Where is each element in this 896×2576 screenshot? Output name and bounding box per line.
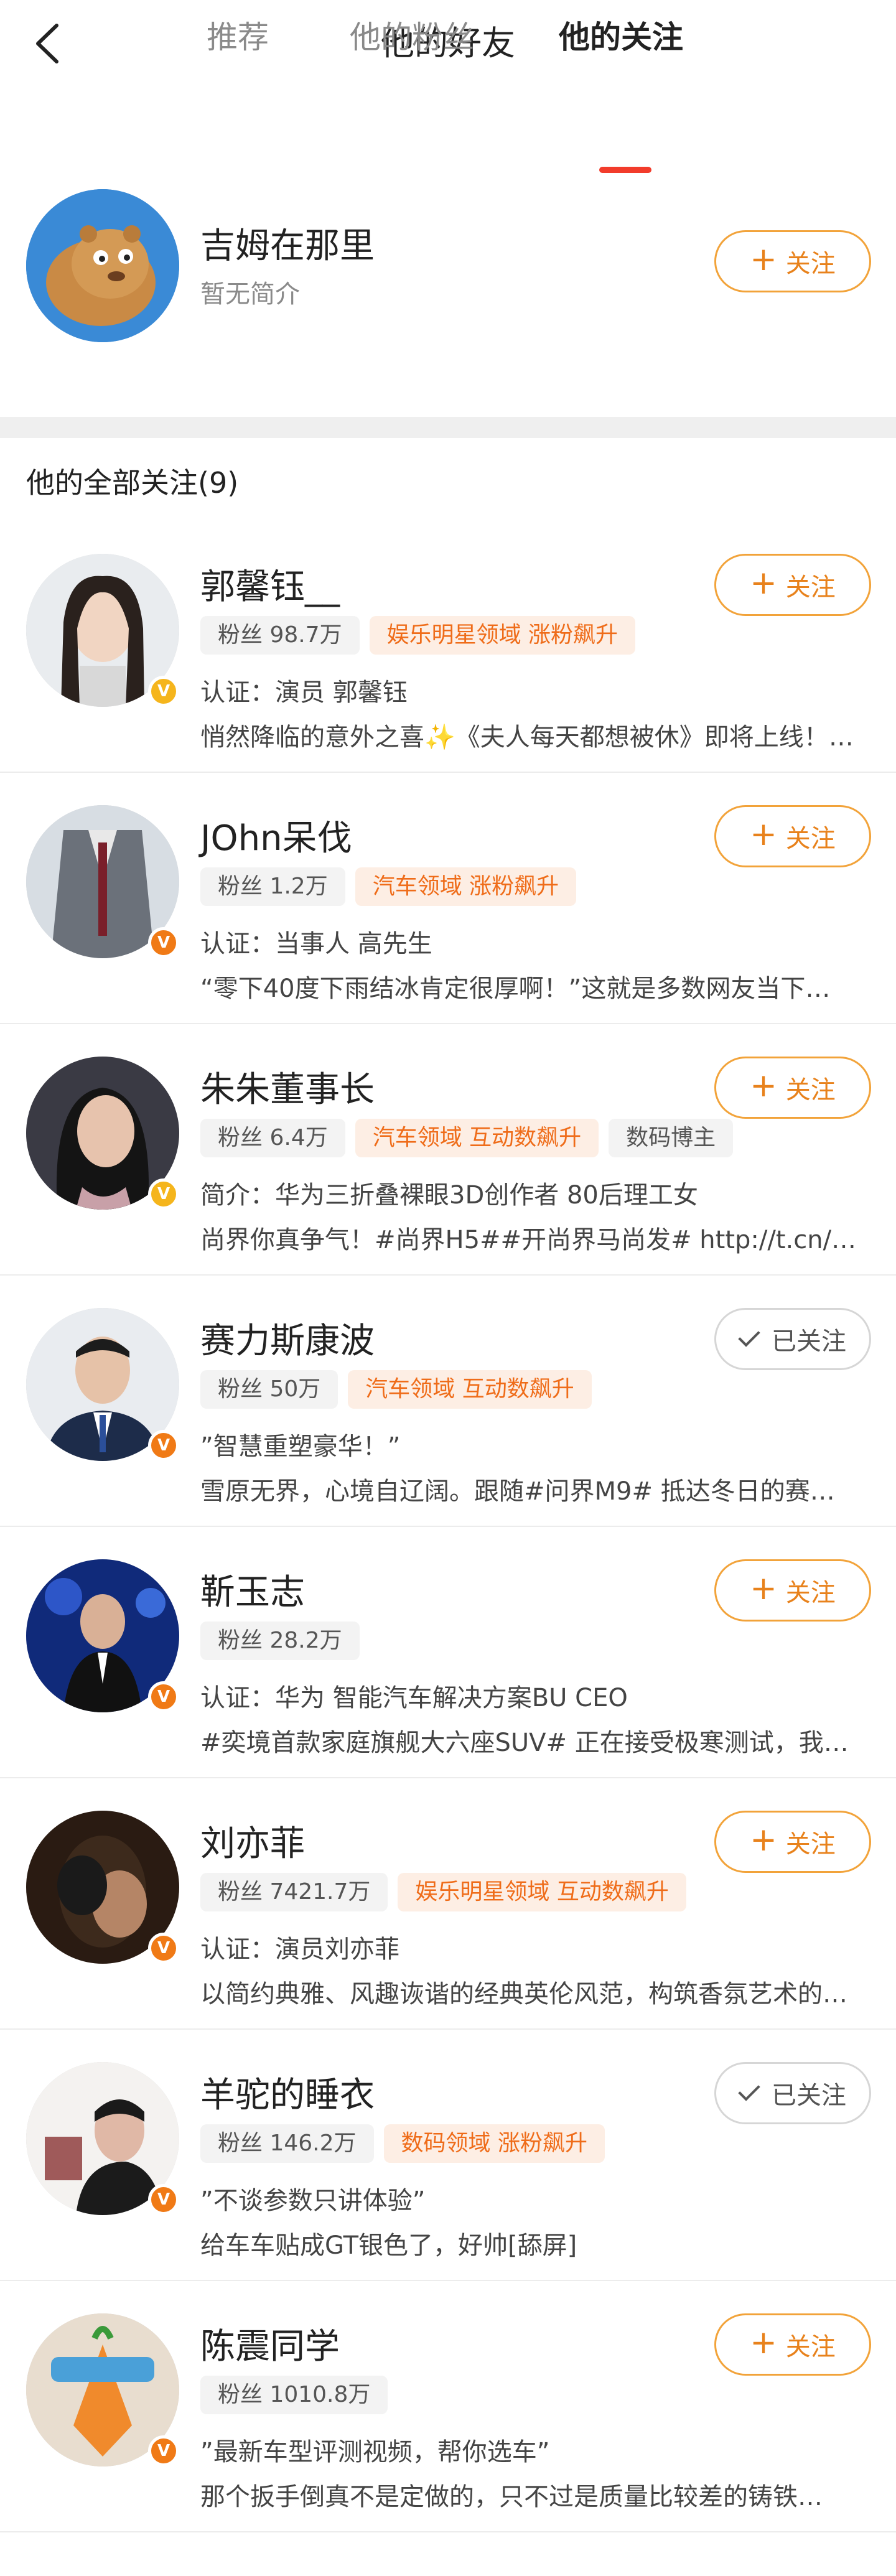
list-item[interactable]: V 羊驼的睡衣粉丝 146.2万 数码领域 涨粉飙升 ”不谈参数只讲体验” 给车车贴成G… (0, 2031, 896, 2281)
verified-icon: V (148, 2184, 179, 2215)
user-verification: 认证：演员刘亦菲 (200, 1935, 399, 1964)
fans-count: 粉丝 146.2万 (200, 2124, 374, 2163)
user-name[interactable]: 刘亦菲 (200, 1816, 305, 1866)
user-tags: 粉丝 1.2万 汽车领域 涨粉飙升 (200, 867, 577, 906)
latest-post[interactable]: #奕境首款家庭旗舰大六座SUV# 正在接受极寒测试，我… (200, 1722, 872, 1758)
plus-icon: + (750, 1821, 777, 1859)
list-item[interactable]: V JOhn呆伐粉丝 1.2万 汽车领域 涨粉飙升认证：当事人 高先生 “零下40度下… (0, 774, 896, 1024)
user-verification: 简介：华为三折叠裸眼3D创作者 80后理工女 (200, 1181, 698, 1210)
user-tags: 粉丝 7421.7万 娱乐明星领域 互动数飙升 (200, 1873, 686, 1911)
list-item[interactable]: V 刘亦菲粉丝 7421.7万 娱乐明星领域 互动数飙升认证：演员刘亦菲以简约典雅、… (0, 1780, 896, 2030)
user-name[interactable]: 吉姆在那里 (200, 218, 375, 268)
verified-icon: V (148, 1933, 179, 1964)
user-tags: 粉丝 6.4万 汽车领域 互动数飙升 数码博主 (200, 1119, 734, 1157)
user-verification: 认证：当事人 高先生 (200, 930, 432, 958)
fans-count: 粉丝 1010.8万 (200, 2376, 388, 2414)
user-name[interactable]: 郭馨钰__ (200, 559, 340, 609)
avatar[interactable]: V (26, 805, 179, 958)
follow-button[interactable]: + 关注 (714, 2313, 871, 2376)
follow-button[interactable]: + 关注 (714, 1559, 871, 1622)
avatar[interactable]: V (26, 2313, 179, 2466)
followed-button[interactable]: 已关注 (714, 1308, 871, 1370)
active-tab-indicator (599, 167, 651, 173)
plus-icon: + (750, 1067, 777, 1104)
avatar[interactable]: V (26, 1308, 179, 1461)
avatar[interactable]: V (26, 554, 179, 707)
user-bio: 暂无简介 (200, 280, 300, 309)
user-tags: 粉丝 28.2万 (200, 1622, 360, 1660)
user-name[interactable]: 羊驼的睡衣 (200, 2067, 375, 2117)
plus-icon: + (750, 1570, 777, 1607)
plus-icon: + (750, 241, 777, 278)
avatar[interactable]: V (26, 1057, 179, 1210)
check-icon (738, 2079, 760, 2101)
plus-icon: + (750, 564, 777, 602)
user-name[interactable]: 赛力斯康波 (200, 1313, 375, 1363)
list-item[interactable]: V 陈震同学粉丝 1010.8万 ”最新车型评测视频，帮你选车” 那个扳手倒真不是定做… (0, 2282, 896, 2532)
trend-tag: 娱乐明星领域 互动数飙升 (398, 1873, 686, 1911)
follow-button[interactable]: + 关注 (714, 805, 871, 867)
user-tags: 粉丝 50万 汽车领域 互动数飙升 (200, 1370, 592, 1409)
follow-button[interactable]: + 关注 (714, 230, 871, 292)
trend-tag: 汽车领域 互动数飙升 (348, 1370, 592, 1409)
latest-post[interactable]: “零下40度下雨结冰肯定很厚啊！”这就是多数网友当下… (200, 968, 872, 1004)
list-item[interactable]: V 靳玉志粉丝 28.2万认证：华为 智能汽车解决方案BU CEO #奕境首款家庭旗… (0, 1528, 896, 1778)
user-verification: ”智慧重塑豪华！” (200, 1432, 401, 1461)
latest-post[interactable]: 尚界你真争气！#尚界H5##开尚界马尚发# http://t.cn/… (200, 1220, 872, 1256)
fans-count: 粉丝 50万 (200, 1370, 338, 1409)
user-name[interactable]: JOhn呆伐 (200, 810, 352, 861)
list-item[interactable]: V 赛力斯康波粉丝 50万 汽车领域 互动数飙升 ”智慧重塑豪华！” 雪原无界，心境自辽… (0, 1277, 896, 1527)
trend-tag: 汽车领域 涨粉飙升 (355, 867, 577, 906)
list-item[interactable]: V 朱朱董事长粉丝 6.4万 汽车领域 互动数飙升 数码博主简介：华为三折叠裸眼3D创… (0, 1025, 896, 1276)
user-name[interactable]: 朱朱董事长 (200, 1062, 375, 1112)
user-tags: 粉丝 98.7万 娱乐明星领域 涨粉飙升 (200, 616, 636, 655)
user-verification: 认证：华为 智能汽车解决方案BU CEO (200, 1684, 628, 1712)
trend-tag: 娱乐明星领域 涨粉飙升 (369, 616, 636, 655)
latest-post[interactable]: 那个扳手倒真不是定做的，只不过是质量比较差的铸铁… (200, 2476, 872, 2513)
fans-count: 粉丝 28.2万 (200, 1622, 360, 1660)
trend-tag: 汽车领域 互动数飙升 (355, 1119, 599, 1157)
follow-button[interactable]: + 关注 (714, 554, 871, 616)
followed-button[interactable]: 已关注 (714, 2062, 871, 2124)
user-verification: 认证：演员 郭馨钰 (200, 678, 408, 707)
divider (0, 417, 896, 438)
latest-post[interactable]: 悄然降临的意外之喜✨《夫人每天都想被休》即将上线！我… (200, 717, 872, 753)
avatar[interactable]: V (26, 2062, 179, 2215)
verified-icon: V (148, 676, 179, 707)
trend-tag: 数码领域 涨粉飙升 (383, 2124, 605, 2163)
latest-post[interactable]: 给车车贴成GT银色了，好帅[舔屏] (200, 2225, 872, 2261)
tab-recommend[interactable]: 推荐 (207, 0, 269, 75)
tab-fans[interactable]: 他的粉丝 (350, 0, 474, 75)
latest-post[interactable]: 以简约典雅、风趣诙谐的经典英伦风范，构筑香氛艺术的… (200, 1974, 872, 2010)
avatar[interactable]: V (26, 1559, 179, 1712)
verified-icon: V (148, 2435, 179, 2466)
avatar[interactable] (26, 189, 179, 342)
check-icon (738, 1325, 760, 1347)
user-name[interactable]: 靳玉志 (200, 1564, 305, 1615)
tab-following[interactable]: 他的关注 (559, 0, 683, 75)
latest-post[interactable]: 雪原无界，心境自辽阔。跟随#问界M9# 抵达冬日的赛… (200, 1471, 872, 1507)
verified-icon: V (148, 1430, 179, 1461)
avatar[interactable]: V (26, 1811, 179, 1964)
user-tags: 粉丝 1010.8万 (200, 2376, 388, 2414)
fans-count: 粉丝 1.2万 (200, 867, 345, 906)
user-name[interactable]: 陈震同学 (200, 2318, 340, 2369)
plus-icon: + (750, 816, 777, 853)
trend-tag: 数码博主 (609, 1119, 734, 1157)
plus-icon: + (750, 2324, 777, 2361)
fans-count: 粉丝 7421.7万 (200, 1873, 388, 1911)
verified-icon: V (148, 927, 179, 958)
follow-button[interactable]: + 关注 (714, 1811, 871, 1873)
section-title: 他的全部关注(9) (26, 466, 239, 500)
user-tags: 粉丝 146.2万 数码领域 涨粉飙升 (200, 2124, 605, 2163)
verified-icon: V (148, 1178, 179, 1210)
verified-icon: V (148, 1681, 179, 1712)
follow-button[interactable]: + 关注 (714, 1057, 871, 1119)
user-verification: ”不谈参数只讲体验” (200, 2186, 426, 2215)
fans-count: 粉丝 98.7万 (200, 616, 360, 655)
list-item[interactable]: V 郭馨钰__ 粉丝 98.7万 娱乐明星领域 涨粉飙升认证：演员 郭馨钰悄然降临的意… (0, 523, 896, 773)
fans-count: 粉丝 6.4万 (200, 1119, 345, 1157)
top-user-card[interactable]: 吉姆在那里 暂无简介 + 关注 (0, 180, 896, 417)
user-verification: ”最新车型评测视频，帮你选车” (200, 2438, 550, 2466)
